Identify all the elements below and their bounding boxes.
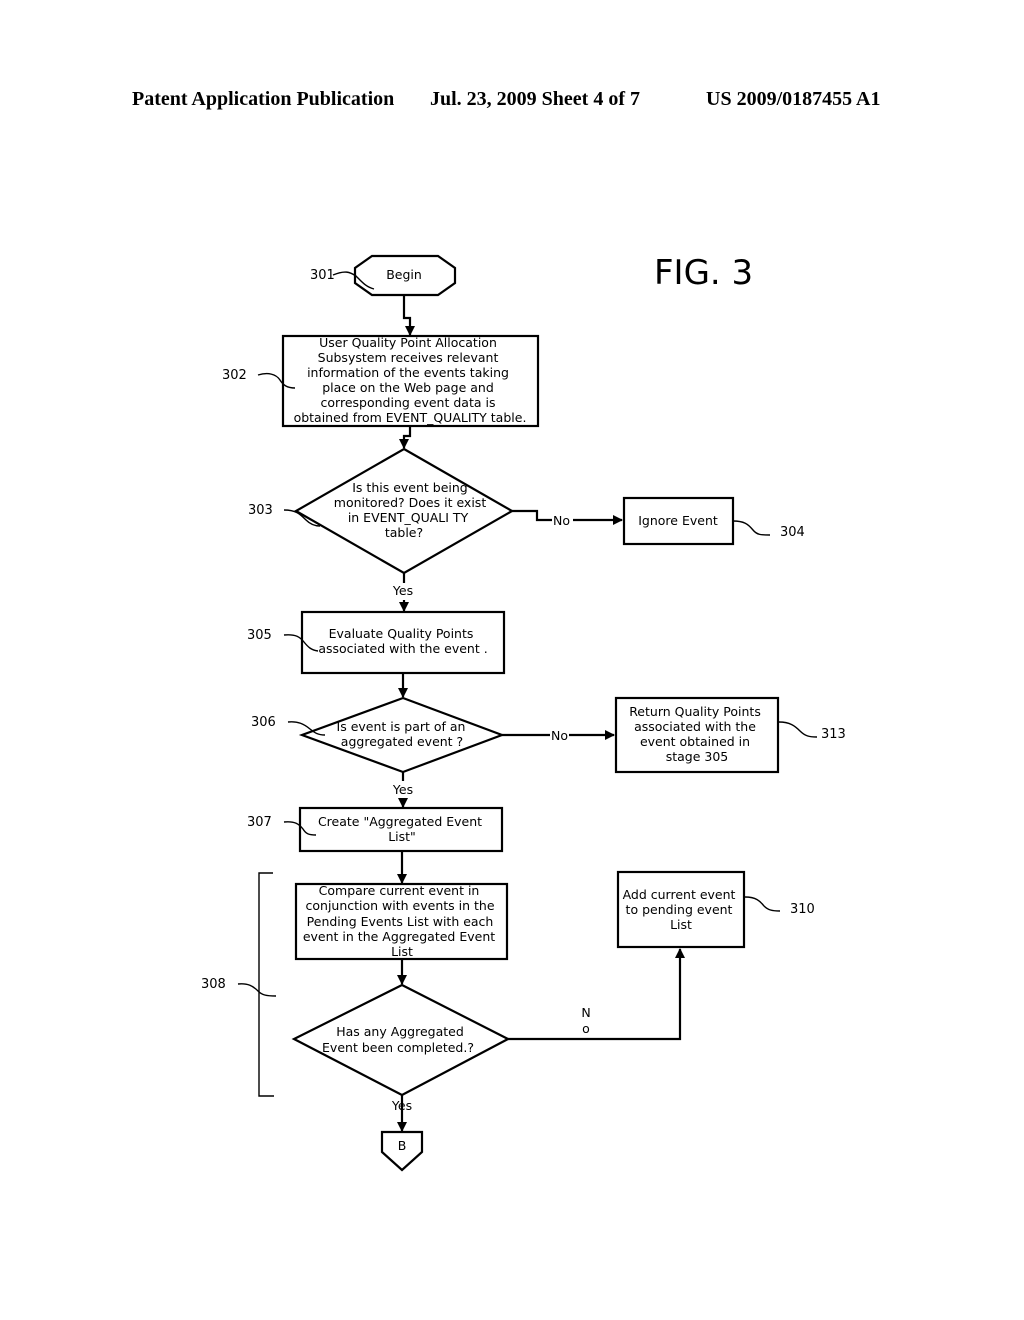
node-310-process: Add current event to pending event List xyxy=(616,870,746,949)
ref-306: 306 xyxy=(251,715,276,730)
node-301-text: Begin xyxy=(386,267,422,282)
leader-304 xyxy=(732,520,771,536)
edge-303-yes-label: Yes xyxy=(392,583,413,598)
edge-306-yes-label: Yes xyxy=(392,782,413,797)
connector-b-text: B xyxy=(398,1138,407,1153)
node-303-decision: Is this event being monitored? Does it e… xyxy=(293,447,515,575)
group-308-bracket xyxy=(258,872,274,1097)
node-305-text: Evaluate Quality Points associated with … xyxy=(318,626,487,656)
ref-302: 302 xyxy=(222,368,247,383)
node-305-process: Evaluate Quality Points associated with … xyxy=(300,610,506,675)
leader-313 xyxy=(778,721,818,738)
edge-308-yes-label: Yes xyxy=(391,1098,412,1113)
node-308-completed-decision: Has any Aggregated Event been completed.… xyxy=(291,983,511,1097)
ref-305: 305 xyxy=(247,628,272,643)
ref-308: 308 xyxy=(201,977,226,992)
off-page-connector-b: B xyxy=(380,1130,424,1172)
edge-303-no-label: No xyxy=(553,513,570,528)
node-301-begin: Begin xyxy=(353,254,457,297)
edge-301-302 xyxy=(402,295,415,336)
ref-303: 303 xyxy=(248,503,273,518)
node-306-decision: Is event is part of an aggregated event … xyxy=(298,696,506,774)
node-302-process: User Quality Point Allocation Subsystem … xyxy=(281,334,540,428)
node-308-compare-process: Compare current event in conjunction wit… xyxy=(294,882,509,961)
ref-304: 304 xyxy=(780,525,805,540)
edge-308-no xyxy=(508,948,685,1041)
node-308-completed-text: Has any Aggregated Event been completed.… xyxy=(322,1024,474,1055)
flowchart: FIG. 3 Begin 301 User Quality Point Allo… xyxy=(201,253,846,1172)
node-302-text: User Quality Point Allocation Subsystem … xyxy=(294,335,527,425)
node-304-text: Ignore Event xyxy=(638,513,718,528)
ref-301: 301 xyxy=(310,268,335,283)
ref-310: 310 xyxy=(790,902,815,917)
node-307-process: Create "Aggregated Event List" xyxy=(298,806,504,853)
edge-308-no-label-o: o xyxy=(582,1021,590,1036)
edge-308-no-label-n: N xyxy=(581,1005,590,1020)
node-304-process: Ignore Event xyxy=(622,496,735,546)
leader-308 xyxy=(237,983,277,997)
node-313-process: Return Quality Points associated with th… xyxy=(614,696,780,774)
leader-310 xyxy=(744,896,781,912)
ref-307: 307 xyxy=(247,815,272,830)
edge-306-no-label: No xyxy=(551,728,568,743)
figure-label: FIG. 3 xyxy=(654,253,753,293)
node-306-text: Is event is part of an aggregated event … xyxy=(337,719,470,749)
edge-302-303 xyxy=(399,426,412,449)
edge-303-no-a xyxy=(512,509,552,522)
ref-313: 313 xyxy=(821,727,846,742)
